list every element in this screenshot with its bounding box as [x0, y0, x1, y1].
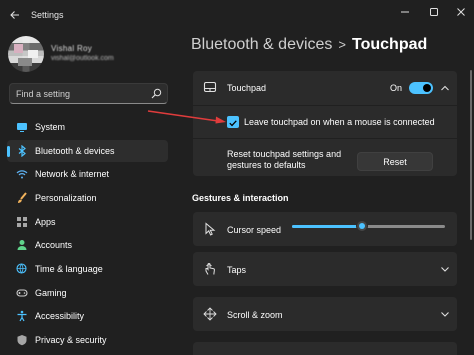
sidebar-item-label: Gaming	[35, 288, 67, 298]
bluetooth-icon	[18, 145, 26, 157]
chevron-down-icon[interactable]	[440, 264, 450, 274]
next-setting-card[interactable]	[193, 342, 457, 355]
selected-indicator	[7, 146, 10, 157]
globe-clock-icon	[16, 263, 27, 274]
maximize-icon[interactable]	[419, 0, 448, 24]
touchpad-icon	[203, 81, 217, 93]
cursor-icon	[205, 222, 216, 236]
sidebar-item-label: Personalization	[35, 193, 97, 203]
minimize-icon[interactable]	[390, 0, 419, 24]
reset-description: Reset touchpad settings and gestures to …	[227, 149, 342, 170]
profile-name: Vishal Roy	[51, 44, 93, 53]
cursor-speed-card: Cursor speed	[193, 212, 457, 246]
touchpad-card: Touchpad On Leave touchpad on when a mou…	[193, 71, 457, 176]
sidebar-item-network-internet[interactable]: Network & internet	[7, 163, 168, 185]
scroll-zoom-icon	[203, 307, 217, 321]
gamepad-icon	[16, 289, 28, 297]
monitor-icon	[17, 123, 27, 132]
breadcrumb: Bluetooth & devices > Touchpad	[191, 36, 427, 54]
chevron-up-icon[interactable]	[440, 83, 450, 93]
leave-touchpad-on-checkbox[interactable]	[227, 116, 239, 128]
sidebar-item-label: Privacy & security	[35, 335, 107, 345]
scrollbar[interactable]	[470, 70, 472, 240]
sidebar-item-bluetooth-devices[interactable]: Bluetooth & devices	[7, 140, 168, 162]
scroll-zoom-card[interactable]: Scroll & zoom	[193, 297, 457, 331]
scroll-zoom-label: Scroll & zoom	[227, 310, 283, 320]
divider	[193, 138, 457, 139]
sidebar-item-gaming[interactable]: Gaming	[7, 282, 168, 304]
toggle-knob	[423, 84, 431, 92]
accessibility-icon	[17, 310, 27, 322]
apps-icon	[17, 217, 27, 227]
avatar[interactable]	[8, 36, 44, 72]
sidebar-item-label: Time & language	[35, 264, 103, 274]
sidebar-item-privacy-security[interactable]: Privacy & security	[7, 329, 168, 351]
taps-card[interactable]: Taps	[193, 252, 457, 286]
sidebar-item-label: Network & internet	[35, 169, 110, 179]
leave-touchpad-on-label[interactable]: Leave touchpad on when a mouse is connec…	[244, 117, 435, 127]
slider-thumb[interactable]	[356, 220, 369, 232]
sidebar-item-apps[interactable]: Apps	[7, 211, 168, 233]
reset-button[interactable]: Reset	[357, 152, 433, 171]
close-icon[interactable]	[446, 0, 474, 24]
checkmark-icon	[229, 120, 237, 127]
chevron-down-icon[interactable]	[440, 309, 450, 319]
tap-hand-icon	[205, 263, 215, 275]
sidebar-item-label: Bluetooth & devices	[35, 146, 115, 156]
taps-label: Taps	[227, 265, 247, 275]
sidebar-item-label: Accessibility	[35, 311, 85, 321]
person-icon	[17, 240, 27, 250]
brush-icon	[18, 192, 27, 203]
wifi-icon	[16, 170, 28, 179]
breadcrumb-separator: >	[338, 37, 347, 52]
sidebar-item-label: System	[35, 122, 66, 132]
sidebar-item-label: Accounts	[35, 240, 73, 250]
slider-fill	[292, 225, 363, 228]
toggle-state-label: On	[390, 83, 403, 93]
sidebar-item-personalization[interactable]: Personalization	[7, 187, 168, 209]
title-bar: Settings	[0, 0, 474, 30]
search-input[interactable]	[16, 88, 146, 100]
sidebar-item-label: Apps	[35, 217, 56, 227]
search-box[interactable]	[9, 83, 168, 104]
annotation-arrow-icon	[147, 110, 226, 124]
sidebar-item-accessibility[interactable]: Accessibility	[7, 305, 168, 327]
touchpad-label: Touchpad	[227, 83, 267, 93]
page-title: Touchpad	[352, 36, 428, 53]
app-title: Settings	[31, 10, 64, 20]
sidebar-item-time-language[interactable]: Time & language	[7, 258, 168, 280]
touchpad-toggle[interactable]	[409, 82, 433, 94]
search-icon[interactable]	[151, 88, 162, 99]
shield-icon	[17, 335, 27, 346]
cursor-speed-label: Cursor speed	[227, 225, 282, 235]
section-title-gestures: Gestures & interaction	[192, 193, 289, 203]
sidebar-item-system[interactable]: System	[7, 116, 168, 138]
profile-email: vishal@outlook.com	[51, 55, 114, 62]
breadcrumb-parent[interactable]: Bluetooth & devices	[191, 36, 332, 53]
divider	[193, 105, 457, 106]
cursor-speed-slider[interactable]	[292, 220, 445, 232]
back-arrow-icon[interactable]	[4, 5, 26, 25]
sidebar-item-accounts[interactable]: Accounts	[7, 234, 168, 256]
